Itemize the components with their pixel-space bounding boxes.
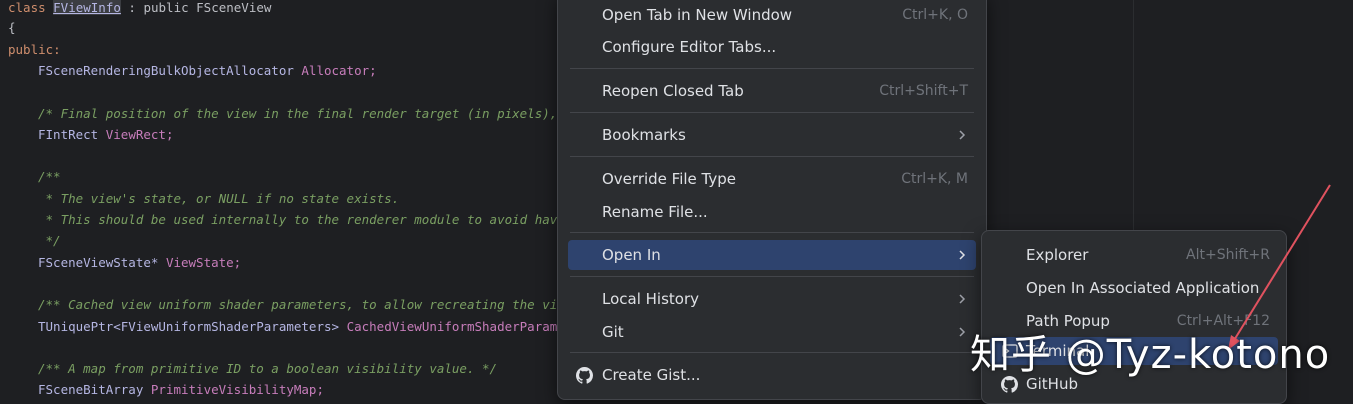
zhihu-watermark: 知乎 @Tyz-kotono xyxy=(970,332,1331,378)
